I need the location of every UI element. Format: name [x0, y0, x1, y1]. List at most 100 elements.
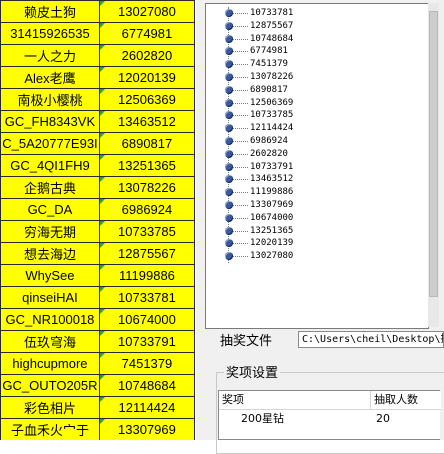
tree-node[interactable]: 12020139 [225, 237, 293, 250]
tree-node[interactable]: 11199886 [225, 186, 293, 199]
node-bullet-icon [225, 47, 233, 56]
tree-node[interactable]: 13027080 [225, 250, 293, 263]
id-cell[interactable]: 10733791 [98, 330, 195, 353]
sheet-row: WhySee 11199886 [0, 264, 195, 287]
id-cell[interactable]: 12875567 [98, 242, 195, 265]
node-bullet-icon [225, 34, 233, 43]
tree-branch-line [233, 153, 248, 155]
tree-list: 10733781 12875567 10748684 6774981 7451379 13… [225, 7, 294, 263]
tree-branch-line [233, 115, 248, 117]
tree-node[interactable]: 10733791 [225, 161, 293, 174]
tree-branch-line [233, 192, 248, 194]
tree-node[interactable]: 2602820 [225, 148, 293, 161]
name-cell[interactable]: Alex老鹰 [0, 66, 100, 89]
tree-node[interactable]: 12506369 [225, 97, 293, 110]
tree-node[interactable]: 12875567 [225, 20, 293, 33]
sheet-row: GC_DA 6986924 [0, 198, 195, 221]
name-cell[interactable]: GC_OUTO205R [0, 374, 100, 397]
id-cell[interactable]: 11199886 [98, 264, 195, 287]
vertical-scrollbar[interactable] [428, 3, 439, 327]
node-bullet-icon [225, 149, 233, 158]
name-cell[interactable]: C_5A20777E93I [0, 132, 100, 155]
sheet-row: 子血禾火宀于 13307969 [0, 418, 195, 440]
tree-node-label: 10748684 [250, 33, 294, 44]
id-cell[interactable]: 10733785 [98, 220, 195, 243]
name-cell[interactable]: 南极小樱桃 [0, 88, 100, 111]
id-cell[interactable]: 10748684 [98, 374, 195, 397]
tree-node[interactable]: 7451379 [225, 58, 293, 71]
id-cell[interactable]: 6890817 [98, 132, 195, 155]
id-cell[interactable]: 10674000 [98, 308, 195, 331]
tree-branch-line [233, 243, 248, 245]
tree-node[interactable]: 13078226 [225, 71, 293, 84]
tree-branch-line [233, 102, 248, 104]
id-cell[interactable]: 12506369 [98, 88, 195, 111]
prize-name-cell[interactable]: 200星钻 [241, 410, 284, 428]
id-cell[interactable]: 6774981 [98, 22, 195, 45]
tree-node[interactable]: 6890817 [225, 84, 293, 97]
prize-settings-title: 奖项设置 [224, 362, 281, 381]
tree-branch-line [233, 13, 248, 14]
node-bullet-icon [225, 252, 233, 261]
id-cell[interactable]: 7451379 [98, 352, 195, 375]
name-cell[interactable]: 赖皮土狗 [0, 0, 100, 23]
tree-node[interactable]: 6986924 [225, 135, 293, 148]
sheet-row: C_5A20777E93I 6890817 [0, 132, 195, 155]
id-cell[interactable]: 12114424 [98, 396, 195, 419]
tree-node[interactable]: 10733781 [225, 7, 293, 20]
tree-branch-line [233, 217, 248, 219]
id-cell[interactable]: 12020139 [98, 66, 195, 89]
id-cell[interactable]: 13251365 [98, 154, 195, 177]
prize-row[interactable]: 200星钻 20 [219, 410, 441, 428]
id-cell[interactable]: 10733781 [98, 286, 195, 309]
name-cell[interactable]: 31415926535 [0, 22, 100, 45]
id-cell[interactable]: 13027080 [98, 0, 195, 23]
tree-branch-line [233, 38, 248, 40]
name-cell[interactable]: 穷海无期 [0, 220, 100, 243]
tree-node[interactable]: 6774981 [225, 45, 293, 58]
name-cell[interactable]: highcupmore [0, 352, 100, 375]
name-cell[interactable]: 企鹅古典 [0, 176, 100, 199]
tree-node-label: 10674000 [250, 212, 294, 223]
sheet-row: 穷海无期 10733785 [0, 220, 195, 243]
name-cell[interactable]: 想去海边 [0, 242, 100, 265]
name-cell[interactable]: GC_NR100018 [0, 308, 100, 331]
name-cell[interactable]: GC_FH8343VK [0, 110, 100, 133]
id-cell[interactable]: 2602820 [98, 44, 195, 67]
tree-branch-line [233, 140, 248, 142]
name-cell[interactable]: 一人之力 [0, 44, 100, 67]
tree-node[interactable]: 13307969 [225, 199, 293, 212]
name-cell[interactable]: GC_4QI1FH9 [0, 154, 100, 177]
node-bullet-icon [225, 175, 233, 184]
sheet-row: highcupmore 7451379 [0, 352, 195, 375]
name-cell[interactable]: WhySee [0, 264, 100, 287]
participant-tree[interactable]: 10733781 12875567 10748684 6774981 7451379 13… [205, 3, 429, 329]
file-path-field[interactable]: C:\Users\cheil\Desktop\抽 [298, 331, 444, 348]
prize-count-cell[interactable]: 20 [376, 410, 390, 428]
tree-branch-line [233, 51, 248, 53]
id-cell[interactable]: 13078226 [98, 176, 195, 199]
name-cell[interactable]: 子血禾火宀于 [0, 418, 100, 440]
scrollbar-thumb[interactable] [429, 11, 438, 297]
tree-branch-line [233, 128, 248, 130]
id-cell[interactable]: 13463512 [98, 110, 195, 133]
tree-node[interactable]: 10674000 [225, 212, 294, 225]
sheet-row: GC_4QI1FH9 13251365 [0, 154, 195, 177]
name-cell[interactable]: GC_DA [0, 198, 100, 221]
tree-node[interactable]: 13463512 [225, 173, 293, 186]
tree-node[interactable]: 10733785 [225, 109, 293, 122]
column-header-count[interactable]: 抽取人数 [371, 391, 441, 409]
column-header-prize[interactable]: 奖项 [219, 391, 371, 409]
lottery-dialog: 10733781 12875567 10748684 6774981 7451379 13… [196, 0, 444, 454]
name-cell[interactable]: 彩色相片 [0, 396, 100, 419]
prize-grid[interactable]: 奖项 抽取人数 200星钻 20 [218, 390, 441, 440]
name-cell[interactable]: qinseiHAI [0, 286, 100, 309]
id-cell[interactable]: 6986924 [98, 198, 195, 221]
tree-node[interactable]: 12114424 [225, 122, 293, 135]
id-cell[interactable]: 13307969 [98, 418, 195, 440]
name-cell[interactable]: 伍玖穹海 [0, 330, 100, 353]
prize-grid-header: 奖项 抽取人数 [219, 391, 441, 410]
tree-node[interactable]: 10748684 [225, 33, 294, 46]
tree-node[interactable]: 13251365 [225, 225, 293, 238]
sheet-row: 南极小樱桃 12506369 [0, 88, 195, 111]
